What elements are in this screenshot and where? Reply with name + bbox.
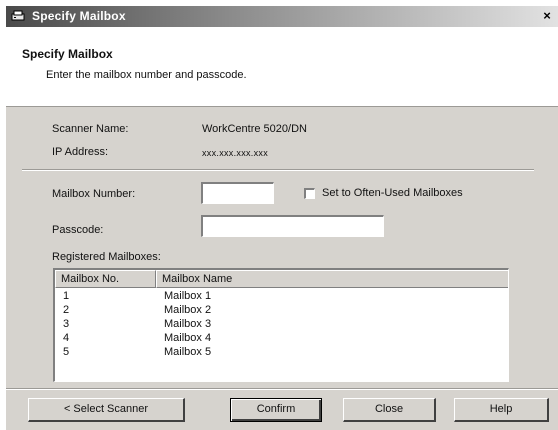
close-button[interactable]: Close xyxy=(343,398,436,422)
list-header: Mailbox No. Mailbox Name xyxy=(55,270,508,288)
mailbox-no: 2 xyxy=(63,304,70,316)
dialog-header: Specify Mailbox Enter the mailbox number… xyxy=(6,27,558,107)
header-title: Specify Mailbox xyxy=(22,47,113,61)
confirm-button[interactable]: Confirm xyxy=(230,398,322,422)
mailbox-name: Mailbox 1 xyxy=(164,290,212,302)
mailbox-name: Mailbox 2 xyxy=(164,304,212,316)
button-bar-separator xyxy=(6,388,558,390)
registered-mailboxes-list[interactable]: Mailbox No. Mailbox Name 1 Mailbox 1 2 Mai… xyxy=(53,268,509,382)
ip-address-label: IP Address: xyxy=(52,146,109,158)
list-item[interactable]: 4 Mailbox 4 xyxy=(55,331,508,345)
list-item[interactable]: 5 Mailbox 5 xyxy=(55,345,508,359)
passcode-label: Passcode: xyxy=(52,224,104,236)
mailbox-name: Mailbox 4 xyxy=(164,332,212,344)
close-icon[interactable]: × xyxy=(539,8,555,24)
select-scanner-button[interactable]: < Select Scanner xyxy=(28,398,185,422)
often-used-checkbox[interactable] xyxy=(304,188,315,199)
title-bar: Specify Mailbox × xyxy=(6,6,558,27)
separator xyxy=(22,169,534,171)
mailbox-number-label: Mailbox Number: xyxy=(52,188,136,200)
mailbox-no: 3 xyxy=(63,318,70,330)
often-used-label[interactable]: Set to Often-Used Mailboxes xyxy=(322,187,463,199)
scanner-name-label: Scanner Name: xyxy=(52,123,129,135)
list-rows: 1 Mailbox 1 2 Mailbox 2 3 Mailbox 3 4 Mailbo… xyxy=(55,289,508,359)
mailbox-no: 5 xyxy=(63,346,70,358)
mailbox-number-input[interactable] xyxy=(201,182,274,204)
column-header-mailbox-name[interactable]: Mailbox Name xyxy=(156,270,508,288)
mailbox-name: Mailbox 3 xyxy=(164,318,212,330)
window-title: Specify Mailbox xyxy=(32,9,126,23)
mailbox-no: 4 xyxy=(63,332,70,344)
passcode-input[interactable] xyxy=(201,215,384,237)
scanner-name-value: WorkCentre 5020/DN xyxy=(202,123,307,135)
mailbox-no: 1 xyxy=(63,290,70,302)
list-item[interactable]: 3 Mailbox 3 xyxy=(55,317,508,331)
ip-address-value: xxx.xxx.xxx.xxx xyxy=(202,148,269,158)
specify-mailbox-dialog: Specify Mailbox × Specify Mailbox Enter … xyxy=(6,6,558,430)
mailbox-name: Mailbox 5 xyxy=(164,346,212,358)
list-item[interactable]: 2 Mailbox 2 xyxy=(55,303,508,317)
registered-mailboxes-label: Registered Mailboxes: xyxy=(52,251,161,263)
header-subtitle: Enter the mailbox number and passcode. xyxy=(46,69,247,81)
column-header-mailbox-no[interactable]: Mailbox No. xyxy=(55,270,156,288)
help-button[interactable]: Help xyxy=(454,398,549,422)
list-item[interactable]: 1 Mailbox 1 xyxy=(55,289,508,303)
scanner-app-icon xyxy=(11,10,25,21)
